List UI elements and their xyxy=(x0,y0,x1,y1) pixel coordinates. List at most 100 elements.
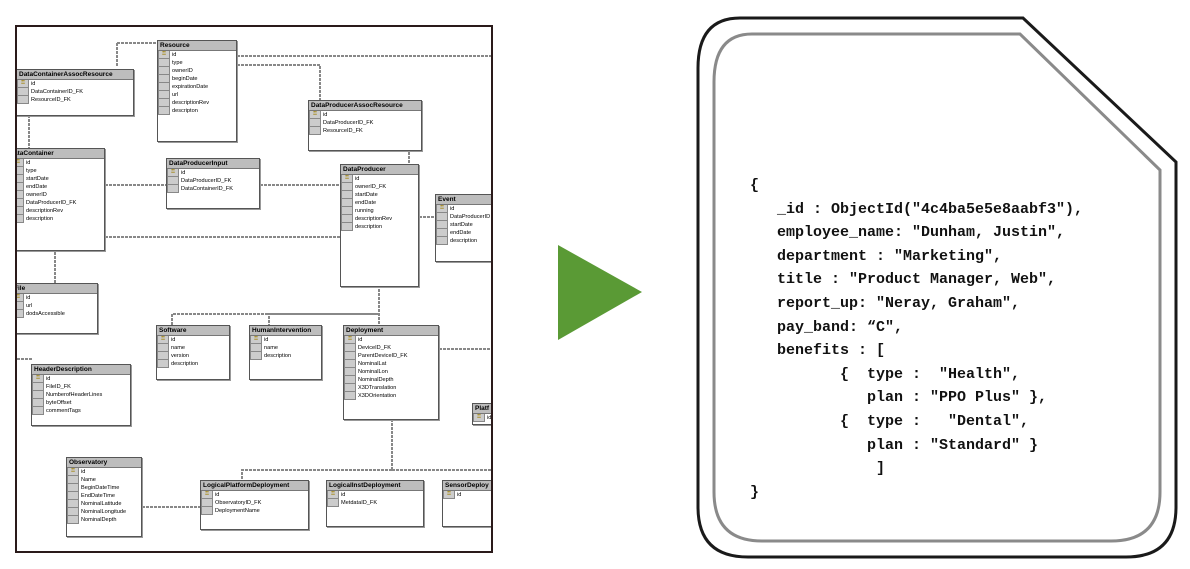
table-title: DataProducer xyxy=(341,165,418,175)
table-field: ⚿ id xyxy=(436,205,491,213)
table-field: expirationDate xyxy=(158,83,236,91)
field-marker xyxy=(250,352,262,360)
field-marker xyxy=(341,191,353,199)
table-event: Event ⚿ id DataProducerID startDate endDate de… xyxy=(435,194,491,262)
field-marker xyxy=(158,91,170,99)
table-field: descriptionRev xyxy=(341,215,418,223)
field-marker xyxy=(341,199,353,207)
table-title: LogicalInstDeployment xyxy=(327,481,423,491)
table-file: File ⚿ id url dodsAccessible xyxy=(17,283,98,334)
table-field: ownerID xyxy=(158,67,236,75)
table-field: ⚿ id xyxy=(158,51,236,59)
table-field: byteOffset xyxy=(32,399,130,407)
field-marker xyxy=(17,96,29,104)
field-marker xyxy=(158,83,170,91)
field-marker xyxy=(67,500,79,508)
field-marker xyxy=(344,352,356,360)
table-field: description xyxy=(250,352,321,360)
field-marker xyxy=(436,229,448,237)
field-marker xyxy=(17,191,24,199)
field-marker xyxy=(67,516,79,524)
json-document-text: { _id : ObjectId("4c4ba5e5e8aabf3"), emp… xyxy=(750,177,1084,501)
table-field: name xyxy=(250,344,321,352)
table-field: DataProducerID_FK xyxy=(167,177,259,185)
field-marker xyxy=(67,476,79,484)
table-field: ⚿ id xyxy=(167,169,259,177)
table-field: ⚿ id xyxy=(309,111,421,119)
table-field: ⚿ id xyxy=(473,414,491,422)
table-dataproducer: DataProducer ⚿ id ownerID_FK startDate endDat… xyxy=(340,164,419,287)
field-marker xyxy=(167,177,179,185)
table-field: X3DOrientation xyxy=(344,392,438,400)
table-title: HeaderDescription xyxy=(32,365,130,375)
table-field: ResourceID_FK xyxy=(17,96,133,104)
primary-key-icon: ⚿ xyxy=(167,169,179,177)
field-marker xyxy=(158,99,170,107)
field-marker xyxy=(158,107,170,115)
table-field: dodsAccessible xyxy=(17,310,97,318)
table-field: descriptionRev xyxy=(158,99,236,107)
table-field: EndDateTime xyxy=(67,492,141,500)
field-marker xyxy=(341,183,353,191)
table-field: ⚿ id xyxy=(201,491,308,499)
table-field: ⚿ id xyxy=(344,336,438,344)
field-marker xyxy=(17,199,24,207)
field-marker xyxy=(17,88,29,96)
table-field: endDate xyxy=(17,183,104,191)
table-field: description xyxy=(341,223,418,231)
table-field: FileID_FK xyxy=(32,383,130,391)
table-field: commentTags xyxy=(32,407,130,415)
table-field: description xyxy=(17,215,104,223)
table-datacontainerassocresource: DataContainerAssocResource ⚿ id DataContain… xyxy=(17,69,134,116)
table-observatory: Observatory ⚿ id Name BeginDateTime EndDateTi… xyxy=(66,457,142,537)
relationship-line xyxy=(171,289,380,327)
table-title: LogicalPlatformDeployment xyxy=(201,481,308,491)
primary-key-icon: ⚿ xyxy=(158,51,170,59)
table-title: DataProducerInput xyxy=(167,159,259,169)
table-field: ⚿ id xyxy=(67,468,141,476)
primary-key-icon: ⚿ xyxy=(309,111,321,119)
table-field: ResourceID_FK xyxy=(309,127,421,135)
table-title: Software xyxy=(157,326,229,336)
field-marker xyxy=(344,384,356,392)
field-marker xyxy=(32,391,44,399)
primary-key-icon: ⚿ xyxy=(17,159,24,167)
field-marker xyxy=(167,185,179,193)
primary-key-icon: ⚿ xyxy=(327,491,339,499)
table-field: ⚿ id xyxy=(250,336,321,344)
table-field: ⚿ id xyxy=(341,175,418,183)
table-resource: Resource ⚿ id type ownerID beginDate expiratio… xyxy=(157,40,237,142)
table-field: DeviceID_FK xyxy=(344,344,438,352)
table-field: DataContainerID_FK xyxy=(17,88,133,96)
primary-key-icon: ⚿ xyxy=(443,491,455,499)
table-field: startDate xyxy=(436,221,491,229)
table-datacontainer: ataContainer ⚿ id type startDate endDate owner… xyxy=(17,148,105,251)
table-field: startDate xyxy=(341,191,418,199)
table-platf: Platf ⚿ id xyxy=(472,403,491,425)
field-marker xyxy=(157,360,169,368)
table-sensordeploy: SensorDeploy ⚿ id xyxy=(442,480,491,527)
table-field: url xyxy=(158,91,236,99)
table-field: type xyxy=(158,59,236,67)
field-marker xyxy=(158,59,170,67)
table-field: ⚿ id xyxy=(17,294,97,302)
table-field: endDate xyxy=(341,199,418,207)
table-field: BeginDateTime xyxy=(67,484,141,492)
primary-key-icon: ⚿ xyxy=(32,375,44,383)
field-marker xyxy=(17,215,24,223)
field-marker xyxy=(344,392,356,400)
primary-key-icon: ⚿ xyxy=(344,336,356,344)
table-field: DataContainerID_FK xyxy=(167,185,259,193)
field-marker xyxy=(344,376,356,384)
field-marker xyxy=(250,344,262,352)
table-field: MetdataID_FK xyxy=(327,499,423,507)
table-logicalinstdeployment: LogicalInstDeployment ⚿ id MetdataID_FK xyxy=(326,480,424,527)
table-field: version xyxy=(157,352,229,360)
table-field: startDate xyxy=(17,175,104,183)
primary-key-icon: ⚿ xyxy=(17,294,24,302)
table-field: ownerID_FK xyxy=(341,183,418,191)
table-field: NominalLatitude xyxy=(67,500,141,508)
table-field: descriptionRev xyxy=(17,207,104,215)
table-title: Resource xyxy=(158,41,236,51)
table-dataproducerassocresource: DataProducerAssocResource ⚿ id DataProducer… xyxy=(308,100,422,151)
